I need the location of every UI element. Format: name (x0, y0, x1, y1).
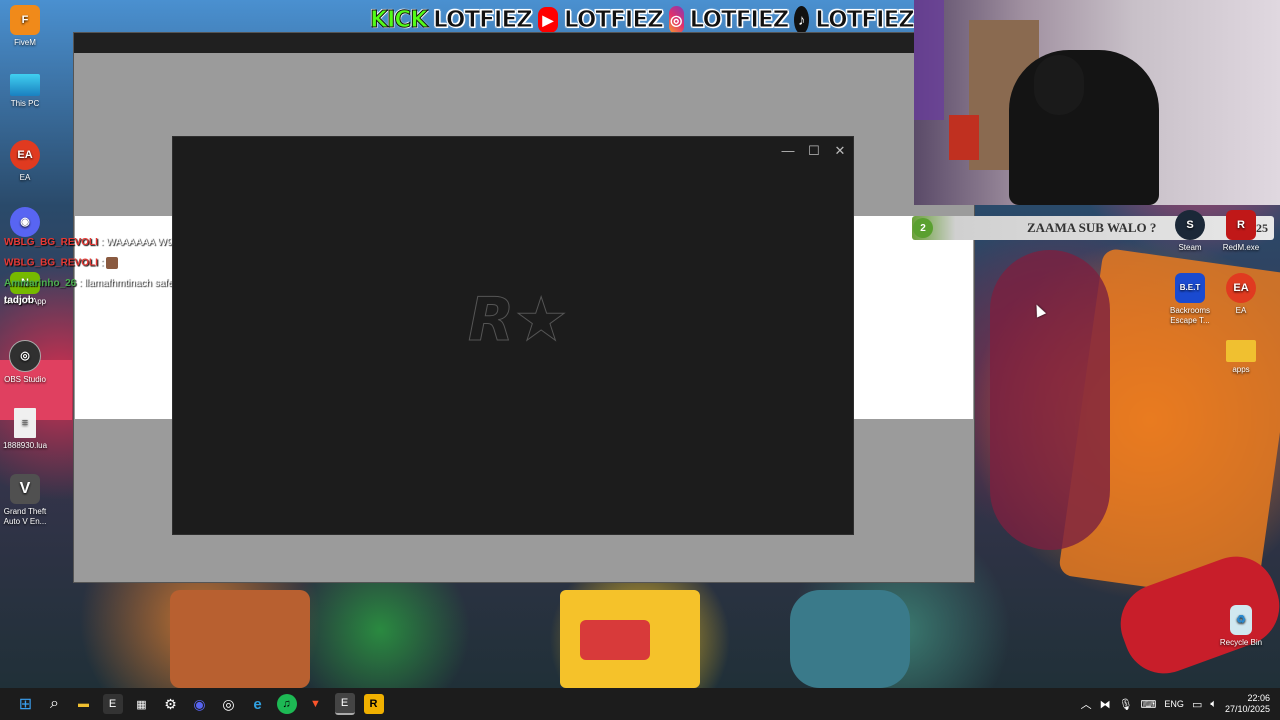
sub-goal-current: 2 (913, 218, 933, 238)
epic-games-icon[interactable]: E (102, 694, 123, 714)
desktop-icon-discord[interactable]: ◉ (0, 207, 55, 240)
kick-logo: KICK (369, 7, 428, 34)
desktop-icon-label: Recycle Bin (1219, 638, 1263, 647)
desktop-icon-fivem[interactable]: F FiveM (0, 5, 55, 48)
chevron-up-icon[interactable]: ︿ (1081, 696, 1092, 712)
settings-icon[interactable]: ⚙ (161, 694, 181, 714)
desktop-icon-label: This PC (10, 99, 40, 108)
monitor-icon (10, 74, 40, 96)
network-icon[interactable]: ▭ (1192, 698, 1202, 711)
desktop-icon-label: OBS Studio (4, 375, 46, 384)
instagram-icon: ◎ (668, 6, 684, 34)
chat-username: Ammarinho_26 (4, 278, 77, 289)
webcam-poster (949, 115, 979, 160)
minimize-button[interactable]: — (776, 143, 800, 158)
clock-date: 27/10/2025 (1224, 704, 1270, 714)
desktop-icon-redm[interactable]: R RedM.exe (1211, 210, 1271, 253)
webcam-wall-light (914, 0, 944, 120)
start-button[interactable]: ⊞ (16, 694, 36, 714)
redm-icon: R (1226, 210, 1256, 240)
tiktok-handle: LOTFIEZ (815, 7, 916, 34)
maximize-button[interactable]: ☐ (802, 143, 826, 159)
browser-titlebar[interactable] (74, 33, 974, 53)
clock-time: 22:06 (1247, 693, 1270, 703)
desktop-icon-ea[interactable]: EA EA (0, 140, 55, 183)
instagram-handle: LOTFIEZ (689, 7, 790, 34)
taskbar: ⊞ ⌕ ▬ E ▦ ⚙ ◉ ◎ e ♫ ▼ E R ︿ ⧓ 🎙︎ ⌨ ENG ▭… (0, 688, 1280, 720)
desktop-icon-label: Grand Theft Auto V En... (3, 507, 47, 526)
discord-icon[interactable]: ◉ (190, 694, 210, 714)
ea-icon: EA (10, 140, 40, 170)
desktop-icon-label: 1888930.lua (2, 441, 48, 450)
youtube-handle: LOTFIEZ (564, 7, 665, 34)
spotify-icon[interactable]: ♫ (276, 694, 297, 714)
desktop-icon-gta5[interactable]: V Grand Theft Auto V En... (0, 474, 55, 527)
desktop-icon-ea-right[interactable]: EA EA (1211, 273, 1271, 316)
desktop-icon-label: RedM.exe (1222, 243, 1260, 252)
obs-icon: ◎ (9, 340, 41, 372)
edge-icon[interactable]: e (248, 694, 268, 714)
close-button[interactable]: ✕ (828, 143, 852, 159)
desktop-icon-label: Backrooms Escape T... (1169, 306, 1210, 325)
chat-text: : (100, 257, 104, 269)
microphone-icon[interactable]: 🎙︎ (1119, 698, 1133, 711)
file-icon: ≡ (14, 408, 36, 438)
webcam-feed (914, 0, 1280, 205)
steam-icon: S (1175, 210, 1205, 240)
desktop-icon-this-pc[interactable]: This PC (0, 74, 55, 109)
desktop-icon-recycle-bin[interactable]: ♻ Recycle Bin (1211, 605, 1271, 648)
desktop-icon-label: EA (19, 173, 31, 182)
chat-username: WBLG_BG_REVOLI (4, 237, 98, 248)
obs-icon[interactable]: ◎ (219, 694, 239, 714)
rockstar-launcher-window: — ☐ ✕ R★ (172, 136, 854, 535)
volume-icon[interactable]: 🔈︎ (1210, 698, 1217, 711)
overlay-label: tadjob (4, 295, 34, 306)
app-tray-icon[interactable]: ⧓ (1100, 698, 1111, 711)
desktop-icon-lua-file[interactable]: ≡ 1888930.lua (0, 408, 55, 451)
language-indicator[interactable]: ENG (1164, 699, 1184, 709)
desktop-icon-label: FiveM (14, 38, 36, 47)
chat-message: WBLG_BG_REVOLI : (4, 257, 119, 269)
tiktok-icon: ♪ (794, 6, 810, 34)
desktop-icon-apps-folder[interactable]: apps (1211, 340, 1271, 375)
folder-icon (1226, 340, 1256, 362)
backrooms-icon: B.E.T (1175, 273, 1205, 303)
epic-games-active-icon[interactable]: E (334, 693, 355, 715)
desktop-icon-label: apps (1232, 365, 1250, 374)
fivem-icon: F (10, 5, 40, 35)
chat-username: WBLG_BG_REVOLI (4, 257, 98, 269)
recycle-bin-icon: ♻ (1230, 605, 1252, 635)
system-tray: ︿ ⧓ 🎙︎ ⌨ ENG ▭ 🔈︎ 22:06 27/10/2025 (1081, 688, 1270, 720)
discord-icon: ◉ (10, 207, 40, 237)
desktop-icon-label: Steam (1178, 243, 1202, 252)
store-icon[interactable]: ▦ (132, 694, 152, 714)
rockstar-logo-icon: R★ (468, 285, 569, 356)
desktop-icon-label: EA (1235, 306, 1247, 315)
file-explorer-icon[interactable]: ▬ (74, 694, 94, 714)
webcam-person (1009, 50, 1159, 205)
emote-icon (106, 257, 119, 269)
desktop-icon-obs[interactable]: ◎ OBS Studio (0, 340, 55, 385)
kick-handle: LOTFIEZ (433, 7, 534, 34)
gta-icon: V (10, 474, 40, 504)
youtube-icon: ▶ (537, 7, 559, 33)
webcam-head (1034, 55, 1084, 115)
search-icon[interactable]: ⌕ (45, 694, 65, 714)
keyboard-icon[interactable]: ⌨ (1141, 698, 1157, 711)
clock[interactable]: 22:06 27/10/2025 (1225, 693, 1270, 715)
sub-goal-label: ZAAMA SUB WALO ? (1027, 220, 1157, 235)
brave-icon[interactable]: ▼ (306, 694, 326, 714)
ea-icon: EA (1226, 273, 1256, 303)
rockstar-launcher-icon[interactable]: R (363, 694, 384, 714)
